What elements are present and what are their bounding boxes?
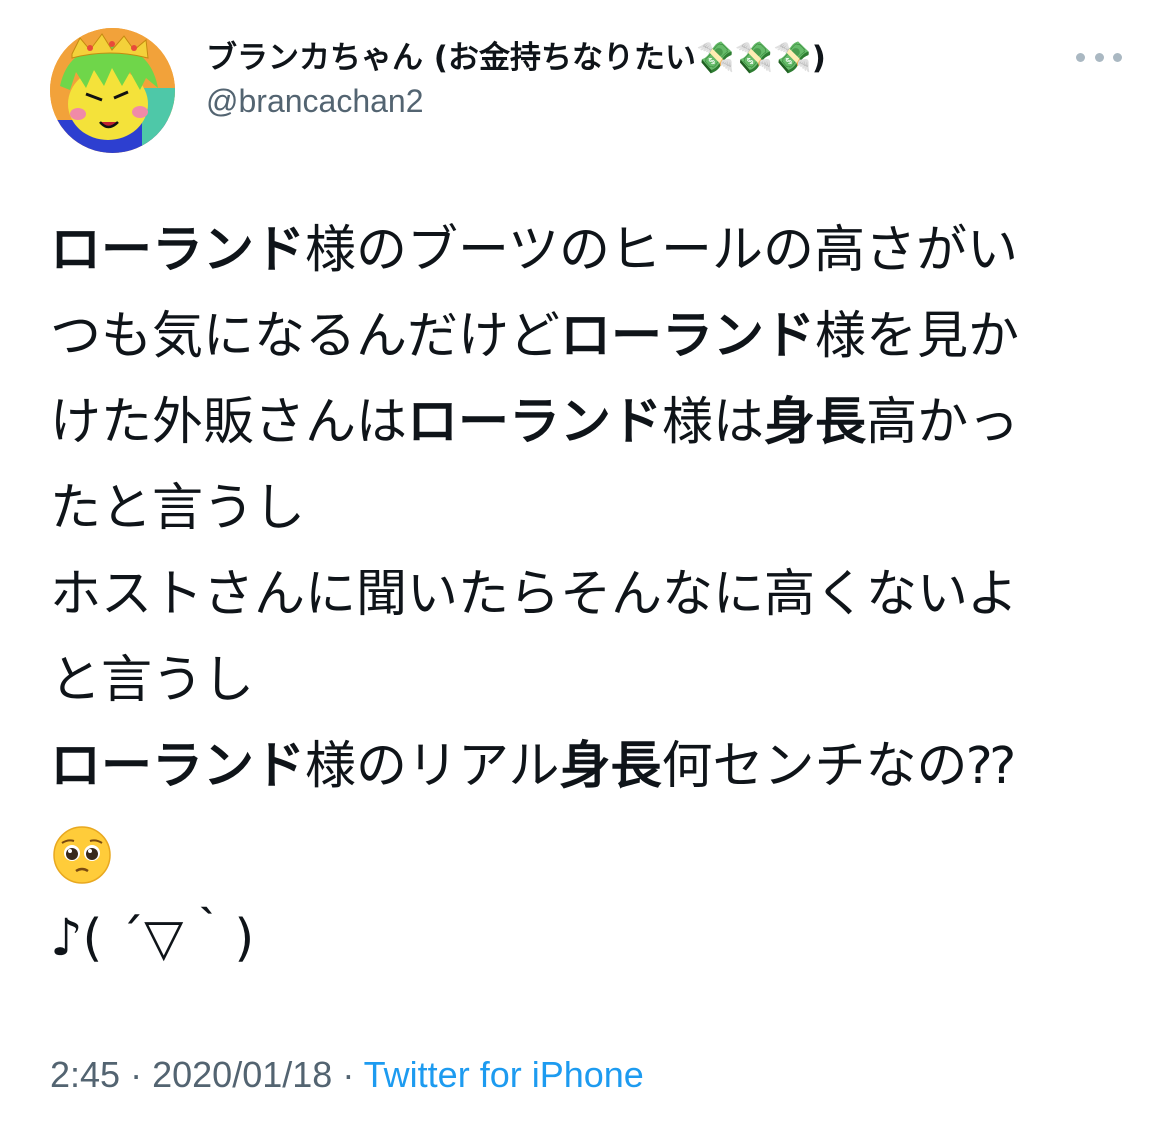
text-segment: と言うし [50,651,255,710]
tweet-time[interactable]: 2:45 [50,1054,120,1095]
tweet-meta: 2:45 · 2020/01/18 · Twitter for iPhone [50,1052,644,1098]
text-segment: たと言うし [50,479,306,538]
tweet-date[interactable]: 2020/01/18 [152,1054,332,1095]
avatar-image [50,28,175,153]
tweet-text-line: ローランド様のブーツのヒールの高さがい [50,208,1125,294]
avatar[interactable] [50,28,175,153]
text-segment: 様のブーツのヒールの高さがい [305,221,1018,280]
bold-text-segment: ローランド [50,221,306,280]
tweet-text-line: けた外販さんはローランド様は身長高かっ [50,380,1125,466]
display-name[interactable]: ブランカちゃん (お金持ちなりたい💸💸💸) [206,36,826,80]
bold-text-segment: 身長 [764,393,867,452]
text-segment: 様のリアル [305,737,560,796]
text-segment: けた外販さんは [50,393,408,452]
bold-text-segment: 身長 [559,737,662,796]
bold-text-segment: ローランド [560,307,816,366]
pleading-face-icon [53,826,111,884]
user-handle[interactable]: @brancachan2 [206,80,826,122]
text-segment: 何センチなの⁇ [661,737,1015,796]
tweet-text-line: ホストさんに聞いたらそんなに高くないよ [50,552,1125,638]
bold-text-segment: ローランド [407,393,663,452]
tweet-text-line: ♪( ´▽｀) [50,896,1125,982]
bold-text-segment: ローランド [50,737,306,796]
more-dot [1113,52,1122,62]
meta-separator: · [130,1054,143,1095]
tweet-text-line: と言うし [50,638,1125,724]
tweet-text-line: つも気になるんだけどローランド様を見か [50,294,1125,380]
tweet-header: ブランカちゃん (お金持ちなりたい💸💸💸) @brancachan2 [50,28,1130,153]
tweet-card: ブランカちゃん (お金持ちなりたい💸💸💸) @brancachan2 ローランド… [0,0,1170,1133]
text-segment: ホストさんに聞いたらそんなに高くないよ [50,565,1018,624]
tweet-text-line: たと言うし [50,466,1125,552]
user-names: ブランカちゃん (お金持ちなりたい💸💸💸) @brancachan2 [206,36,826,122]
tweet-source-link[interactable]: Twitter for iPhone [364,1054,644,1095]
text-segment: 様は [662,393,765,452]
meta-separator: · [342,1054,355,1095]
text-segment: ♪( ´▽｀) [50,909,255,968]
text-segment: つも気になるんだけど [50,307,561,366]
more-dot [1076,52,1085,62]
tweet-text-line: ローランド様のリアル身長何センチなの⁇ [50,724,1125,810]
text-segment: 高かっ [866,393,1020,452]
tweet-text: ローランド様のブーツのヒールの高さがい つも気になるんだけどローランド様を見か けた… [50,208,1125,982]
more-horizontal-icon[interactable] [1076,50,1122,64]
tweet-text-line [50,810,1125,896]
more-dot [1094,52,1104,62]
text-segment: 様を見か [815,307,1020,366]
